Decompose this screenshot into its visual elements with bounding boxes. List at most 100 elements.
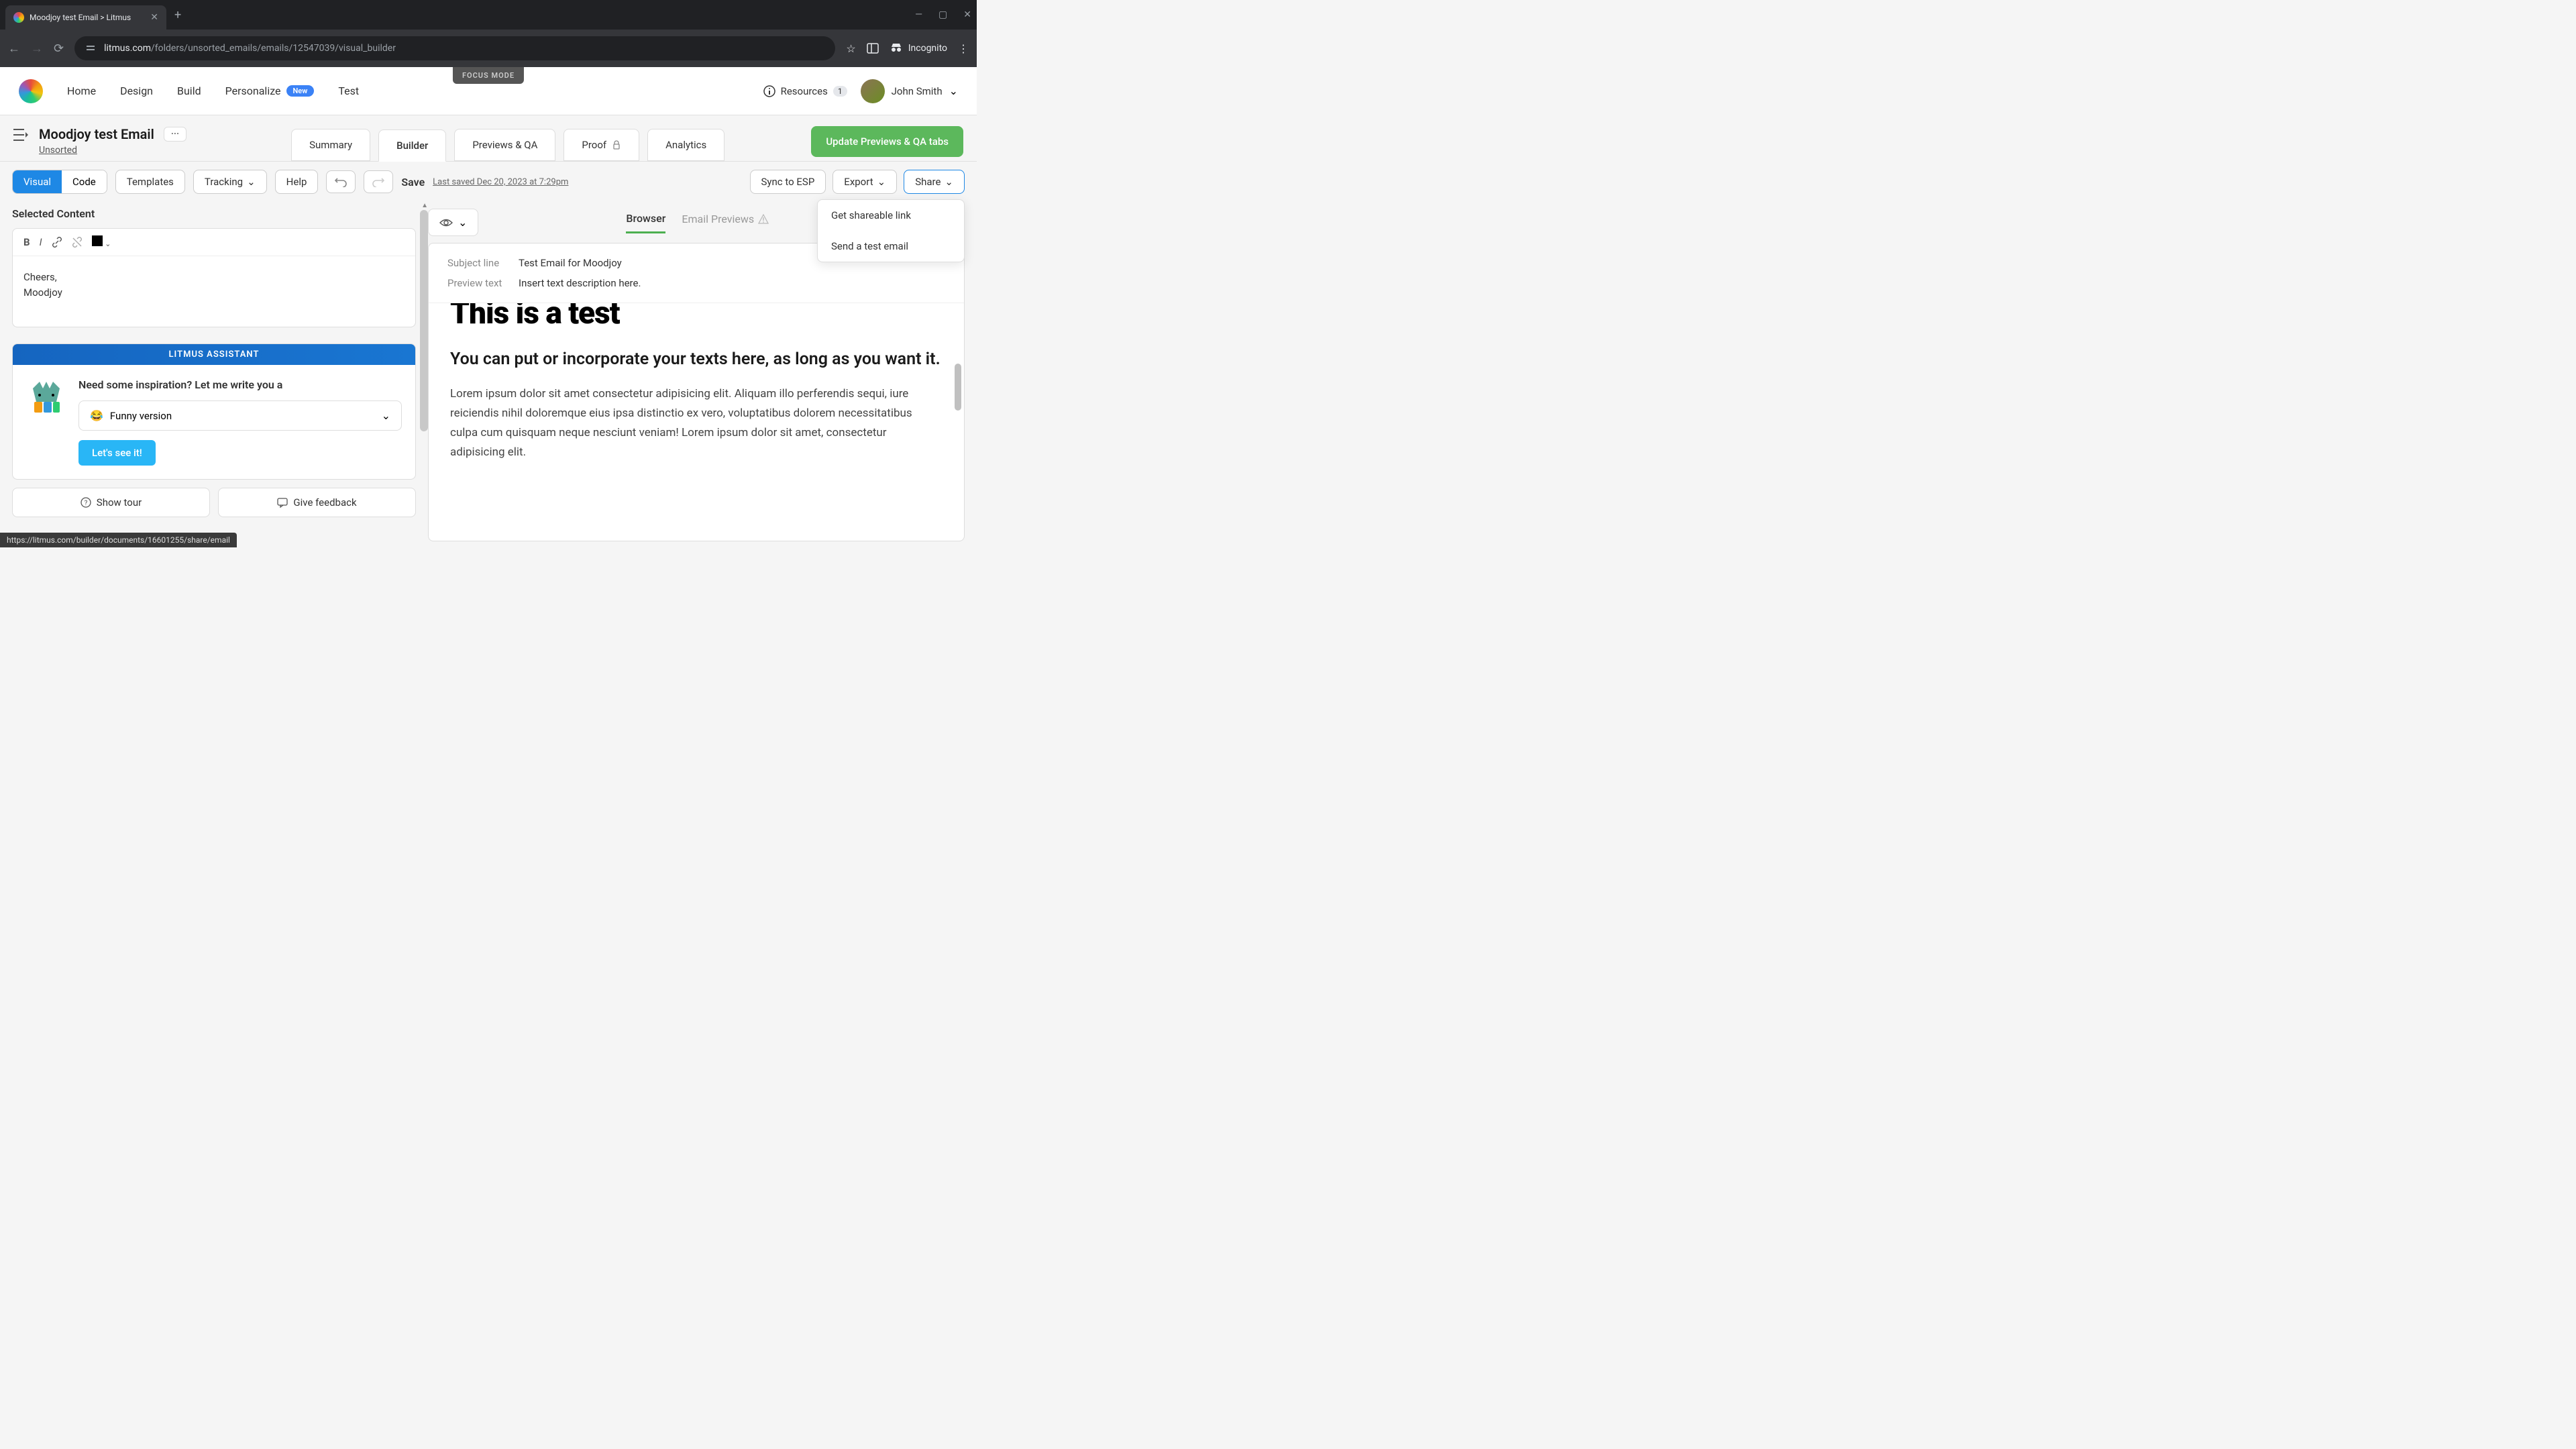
- maximize-icon[interactable]: ▢: [938, 9, 947, 20]
- document-tabs: Summary Builder Previews & QA Proof Anal…: [291, 129, 724, 161]
- bold-button[interactable]: B: [23, 236, 30, 248]
- builder-toolbar: Visual Code Templates Tracking ⌄ Help Sa…: [0, 161, 977, 202]
- chevron-down-icon: ⌄: [247, 176, 256, 188]
- undo-button[interactable]: [326, 170, 356, 193]
- tab-title: Moodjoy test Email > Litmus: [30, 13, 145, 22]
- close-tab-icon[interactable]: ✕: [150, 12, 158, 23]
- forward-button[interactable]: →: [31, 42, 43, 56]
- new-badge: New: [286, 85, 315, 97]
- user-menu[interactable]: John Smith ⌄: [861, 79, 958, 103]
- email-body[interactable]: This is a test You can put or incorporat…: [429, 303, 964, 541]
- redo-button[interactable]: [364, 170, 393, 193]
- close-window-icon[interactable]: ✕: [963, 9, 971, 20]
- litmus-logo[interactable]: [19, 79, 43, 103]
- tab-analytics[interactable]: Analytics: [647, 129, 724, 161]
- status-bar-url: https://litmus.com/builder/documents/166…: [0, 533, 237, 547]
- sidebar-toggle-icon[interactable]: [13, 129, 28, 141]
- tab-builder[interactable]: Builder: [378, 129, 446, 162]
- folder-link[interactable]: Unsorted: [39, 145, 77, 156]
- browser-toolbar: ← → ⟳ litmus.com/folders/unsorted_emails…: [0, 30, 977, 67]
- italic-button[interactable]: I: [40, 236, 42, 248]
- email-subheading: You can put or incorporate your texts he…: [450, 347, 943, 371]
- code-view-button[interactable]: Code: [62, 170, 107, 193]
- back-button[interactable]: ←: [8, 42, 20, 56]
- document-more-button[interactable]: ···: [164, 127, 186, 142]
- tab-favicon: [13, 12, 24, 23]
- subject-label: Subject line: [447, 257, 508, 269]
- email-heading: This is a test: [450, 303, 943, 331]
- scrollbar-thumb[interactable]: [955, 364, 961, 411]
- help-button[interactable]: Help: [275, 170, 319, 194]
- panel-icon[interactable]: [867, 42, 879, 54]
- new-tab-button[interactable]: +: [174, 8, 181, 22]
- show-tour-button[interactable]: ? Show tour: [12, 488, 210, 517]
- nav-personalize[interactable]: Personalize New: [225, 85, 315, 97]
- text-color-button[interactable]: ⌄: [92, 235, 111, 249]
- send-test-email-item[interactable]: Send a test email: [818, 231, 964, 262]
- minimize-icon[interactable]: —: [915, 9, 922, 20]
- update-previews-button[interactable]: Update Previews & QA tabs: [811, 126, 963, 157]
- reload-button[interactable]: ⟳: [54, 42, 64, 56]
- editor-panel: Selected Content B I ⌄ Cheers,: [12, 202, 428, 541]
- site-info-icon[interactable]: [85, 43, 96, 54]
- chevron-down-icon: ⌄: [382, 409, 390, 422]
- app-header: Home Design Build Personalize New Test F…: [0, 67, 977, 115]
- bookmark-icon[interactable]: ☆: [846, 42, 855, 55]
- litmus-assistant-panel: LITMUS ASSISTANT Need some inspiration? …: [12, 343, 416, 480]
- main-nav: Home Design Build Personalize New Test: [67, 85, 359, 97]
- assistant-prompt: Need some inspiration? Let me write you …: [78, 378, 402, 391]
- visual-view-button[interactable]: Visual: [13, 170, 62, 193]
- get-shareable-link-item[interactable]: Get shareable link: [818, 200, 964, 231]
- content-editor: B I ⌄ Cheers, Moodjoy: [12, 228, 416, 327]
- last-saved-text[interactable]: Last saved Dec 20, 2023 at 7:29pm: [433, 177, 568, 187]
- url-text: litmus.com/folders/unsorted_emails/email…: [104, 43, 396, 54]
- save-button[interactable]: Save: [401, 176, 425, 189]
- emoji-icon: 😂: [90, 409, 103, 422]
- share-button[interactable]: Share ⌄: [904, 170, 965, 194]
- browser-menu-icon[interactable]: ⋮: [958, 42, 969, 55]
- preview-tab-browser[interactable]: Browser: [626, 212, 665, 233]
- chevron-down-icon: ⌄: [945, 176, 953, 188]
- window-controls: — ▢ ✕: [915, 9, 971, 20]
- format-toolbar: B I ⌄: [13, 229, 415, 256]
- chevron-down-icon: ⌄: [458, 216, 467, 229]
- browser-tab-strip: Moodjoy test Email > Litmus ✕ + — ▢ ✕: [0, 0, 977, 30]
- assistant-style-select[interactable]: 😂 Funny version ⌄: [78, 400, 402, 431]
- focus-mode-badge[interactable]: FOCUS MODE: [453, 67, 524, 84]
- tab-summary[interactable]: Summary: [291, 129, 370, 161]
- preview-tab-email-previews[interactable]: Email Previews: [682, 212, 769, 233]
- browser-tab[interactable]: Moodjoy test Email > Litmus ✕: [5, 5, 166, 30]
- nav-test[interactable]: Test: [338, 85, 359, 97]
- view-toggle: Visual Code: [12, 170, 107, 194]
- tracking-button[interactable]: Tracking ⌄: [193, 170, 267, 194]
- tab-proof[interactable]: Proof: [564, 129, 639, 161]
- assistant-header: LITMUS ASSISTANT: [13, 344, 415, 365]
- warning-icon: [758, 214, 769, 225]
- resources-link[interactable]: Resources 1: [763, 85, 847, 97]
- incognito-indicator[interactable]: Incognito: [890, 43, 947, 54]
- preview-visibility-button[interactable]: ⌄: [428, 209, 478, 236]
- chevron-down-icon: ⌄: [949, 85, 958, 97]
- nav-home[interactable]: Home: [67, 85, 96, 97]
- selected-content-heading: Selected Content: [12, 207, 416, 220]
- unlink-button[interactable]: [72, 237, 83, 248]
- content-textarea[interactable]: Cheers, Moodjoy: [13, 256, 415, 327]
- link-button[interactable]: [52, 237, 62, 248]
- user-name: John Smith: [892, 85, 943, 97]
- scrollbar-thumb[interactable]: [420, 210, 428, 431]
- nav-design[interactable]: Design: [120, 85, 153, 97]
- give-feedback-button[interactable]: Give feedback: [218, 488, 416, 517]
- preview-text-label: Preview text: [447, 277, 508, 289]
- templates-button[interactable]: Templates: [115, 170, 185, 194]
- nav-build[interactable]: Build: [177, 85, 201, 97]
- address-bar[interactable]: litmus.com/folders/unsorted_emails/email…: [74, 36, 835, 60]
- document-title: Moodjoy test Email ···: [39, 126, 186, 142]
- assistant-generate-button[interactable]: Let's see it!: [78, 440, 156, 466]
- sync-esp-button[interactable]: Sync to ESP: [750, 170, 826, 194]
- preview-text-value[interactable]: Insert text description here.: [519, 277, 641, 289]
- export-button[interactable]: Export ⌄: [833, 170, 897, 194]
- resources-count: 1: [833, 86, 847, 97]
- tab-previews-qa[interactable]: Previews & QA: [454, 129, 555, 161]
- scroll-up-icon[interactable]: ▲: [421, 202, 428, 209]
- subject-value[interactable]: Test Email for Moodjoy: [519, 257, 622, 269]
